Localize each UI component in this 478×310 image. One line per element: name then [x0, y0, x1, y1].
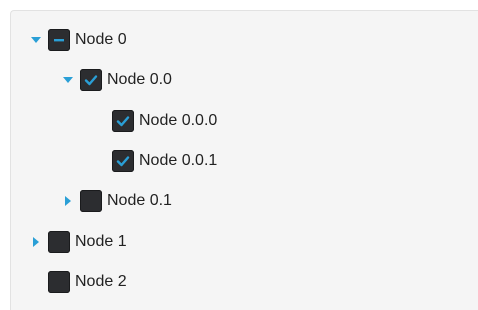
expand-toggle[interactable]: [30, 34, 42, 46]
tree-node-label: Node 0.0: [107, 71, 172, 88]
checkmark-icon: [84, 75, 98, 86]
tree-node-1[interactable]: Node 1: [30, 229, 127, 255]
tree-node-label: Node 0.0.0: [139, 112, 218, 129]
expand-toggle[interactable]: [30, 236, 42, 248]
checkbox-checked[interactable]: [112, 110, 134, 132]
checkbox-unchecked[interactable]: [48, 271, 70, 293]
expand-toggle[interactable]: [62, 74, 74, 86]
tree-node-label: Node 1: [75, 233, 127, 250]
tree-node-0-0[interactable]: Node 0.0: [62, 67, 172, 93]
tree-node-2[interactable]: Node 2: [30, 269, 127, 295]
tree-node-0-0-0[interactable]: Node 0.0.0: [94, 108, 217, 134]
caret-right-icon: [33, 237, 39, 247]
tree-node-label: Node 0: [75, 31, 127, 48]
checkmark-icon: [116, 116, 130, 127]
tree-node-0-0-1[interactable]: Node 0.0.1: [94, 148, 217, 174]
minus-icon: [54, 39, 64, 42]
tree-node-label: Node 2: [75, 273, 127, 290]
checkbox-checked[interactable]: [80, 69, 102, 91]
checkbox-checked[interactable]: [112, 150, 134, 172]
tree-node-label: Node 0.1: [107, 192, 172, 209]
tree-node-0-1[interactable]: Node 0.1: [62, 188, 172, 214]
expand-toggle[interactable]: [62, 195, 74, 207]
tree-panel: [10, 10, 478, 310]
checkmark-icon: [116, 156, 130, 167]
caret-down-icon: [63, 77, 73, 83]
checkbox-unchecked[interactable]: [80, 190, 102, 212]
checkbox-indeterminate[interactable]: [48, 29, 70, 51]
caret-down-icon: [31, 37, 41, 43]
checkbox-unchecked[interactable]: [48, 231, 70, 253]
tree-node-label: Node 0.0.1: [139, 152, 218, 169]
caret-right-icon: [65, 196, 71, 206]
tree-node-0[interactable]: Node 0: [30, 27, 127, 53]
